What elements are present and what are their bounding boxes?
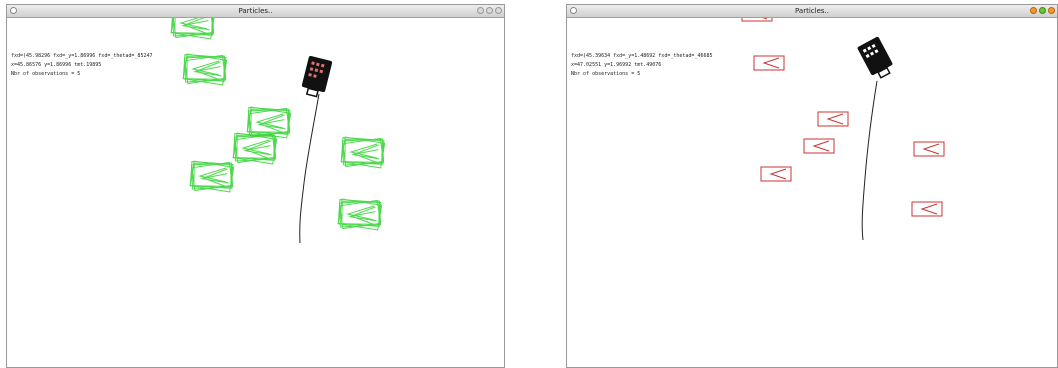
right-canvas[interactable]: fxd=(45.39634 fxd=_y=1.48692 fxd=_thetad…	[567, 18, 1057, 367]
right-window-title: Particles..	[795, 7, 829, 15]
particle-cluster	[337, 198, 383, 231]
left-window: Particles.. fxd=(45.98296 fxd=_y=1.86996…	[6, 4, 505, 368]
particle-cluster	[170, 18, 216, 40]
right-info-line-3: Nbr of observations = 5	[571, 71, 641, 77]
particle-cluster	[182, 53, 228, 86]
right-info-line-1: fxd=(45.39634 fxd=_y=1.48692 fxd=_thetad…	[571, 53, 713, 59]
particle-estimate	[911, 201, 943, 217]
robot-trajectory	[299, 93, 320, 244]
particle-cluster	[189, 160, 235, 193]
particle-cluster	[246, 106, 292, 139]
right-info-panel: fxd=(45.39634 fxd=_y=1.48692 fxd=_thetad…	[571, 52, 712, 79]
close-button[interactable]	[495, 7, 502, 14]
particle-estimate	[753, 55, 785, 71]
particle-estimate	[803, 138, 835, 154]
particle-cluster	[340, 136, 386, 169]
left-canvas[interactable]: fxd=(45.98296 fxd=_y=1.86996 fxd=_thetad…	[7, 18, 504, 367]
particle-estimate	[760, 166, 792, 182]
robot-icon	[857, 36, 893, 79]
zoom-button[interactable]	[1039, 7, 1046, 14]
left-info-line-2: x=45.86576 y=1.86996 tmt.19895	[11, 62, 102, 68]
particle-estimate	[741, 18, 773, 22]
robot-trajectory	[861, 80, 878, 241]
particle-estimate	[913, 141, 945, 157]
particle-estimate	[817, 111, 849, 127]
right-window-titlebar[interactable]: Particles..	[567, 5, 1057, 18]
right-info-line-2: x=47.02551 y=1.96992 tmt.49076	[571, 62, 662, 68]
minimize-button[interactable]	[477, 7, 484, 14]
left-window-titlebar[interactable]: Particles..	[7, 5, 504, 18]
left-info-line-1: fxd=(45.98296 fxd=_y=1.86996 fxd=_thetad…	[11, 53, 153, 59]
zoom-button[interactable]	[486, 7, 493, 14]
particle-cluster	[232, 132, 278, 165]
robot-icon	[301, 55, 333, 98]
left-info-line-3: Nbr of observations = 5	[11, 71, 81, 77]
minimize-button[interactable]	[1030, 7, 1037, 14]
left-window-title: Particles..	[238, 7, 273, 15]
right-window: Particles.. fxd=(45.39634 fxd=_y=1.48692…	[566, 4, 1058, 368]
close-button[interactable]	[1048, 7, 1055, 14]
left-info-panel: fxd=(45.98296 fxd=_y=1.86996 fxd=_thetad…	[11, 52, 152, 79]
